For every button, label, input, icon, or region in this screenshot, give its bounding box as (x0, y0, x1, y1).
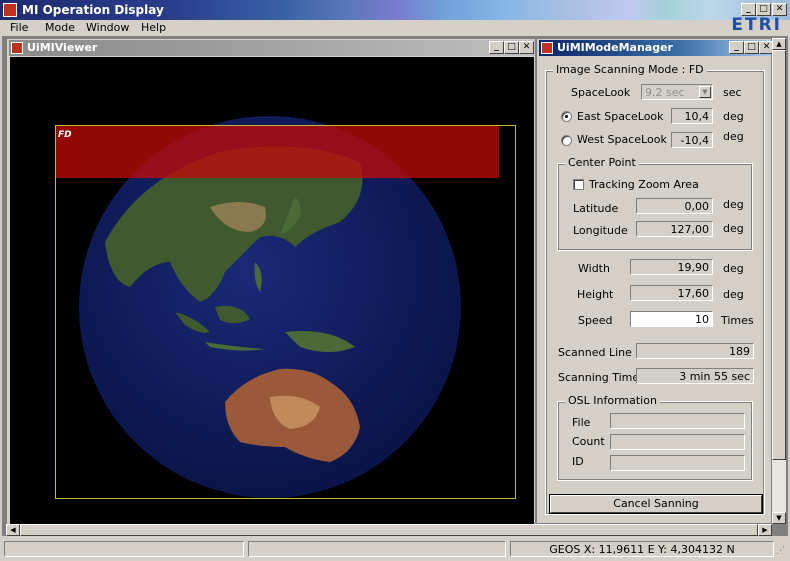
cancel-scanning-button[interactable]: Cancel Sanning (549, 494, 763, 514)
horizontal-scroll-thumb[interactable] (20, 524, 758, 536)
mode-manager-window: UiMIModeManager _ □ ✕ Image Scanning Mod… (536, 38, 774, 524)
vertical-scrollbar[interactable]: ▲ ▼ (772, 38, 786, 524)
east-spacelook-label: East SpaceLook (577, 110, 664, 123)
osl-count-label: Count (572, 435, 605, 448)
longitude-field[interactable]: 127,00 (636, 221, 713, 237)
west-spacelook-field[interactable]: -10,4 (671, 132, 713, 148)
width-unit: deg (723, 262, 744, 275)
scan-frame (55, 125, 516, 499)
manager-maximize-button[interactable]: □ (744, 41, 759, 54)
osl-file-label: File (572, 416, 591, 429)
height-unit: deg (723, 288, 744, 301)
mode-manager-title-bar[interactable]: UiMIModeManager _ □ ✕ (539, 40, 774, 56)
chevron-down-icon[interactable]: ▼ (699, 86, 711, 98)
center-point-group-title: Center Point (565, 156, 639, 169)
status-panel-1 (4, 541, 244, 557)
osl-info-group-title: OSL Information (565, 394, 660, 407)
mode-manager-icon[interactable] (541, 42, 553, 54)
osl-count-field (610, 434, 745, 450)
app-title: MI Operation Display (22, 3, 164, 17)
status-bar: GEOS X: 11,9611 E Y: 4,304132 N ⋰ (0, 538, 790, 561)
osl-file-field (610, 413, 745, 429)
latitude-field[interactable]: 0,00 (636, 198, 713, 214)
spacelook-value: 9.2 sec (645, 86, 685, 99)
scroll-up-icon[interactable]: ▲ (772, 38, 786, 50)
speed-unit: Times (721, 314, 754, 327)
menu-bar: File Mode Window Help (0, 20, 790, 36)
spacelook-select[interactable]: 9.2 sec ▼ (641, 84, 713, 100)
longitude-label: Longitude (573, 224, 628, 237)
viewer-title-bar[interactable]: UiMIViewer _ □ ✕ (9, 40, 535, 56)
app-icon[interactable] (3, 3, 17, 17)
menu-window[interactable]: Window (86, 21, 129, 34)
osl-id-label: ID (572, 455, 584, 468)
menu-mode[interactable]: Mode (45, 21, 75, 34)
scanning-time-field: 3 min 55 sec (636, 368, 754, 384)
scan-mode-group-title: Image Scanning Mode : FD (553, 63, 707, 76)
east-spacelook-field[interactable]: 10,4 (671, 108, 713, 124)
east-spacelook-unit: deg (723, 110, 744, 123)
menu-help[interactable]: Help (141, 21, 166, 34)
west-spacelook-radio[interactable] (561, 135, 572, 146)
scanned-line-label: Scanned Line (558, 346, 632, 359)
vertical-scroll-thumb[interactable] (772, 50, 786, 460)
longitude-unit: deg (723, 222, 744, 235)
etri-logo: ETRI (731, 15, 782, 35)
horizontal-scrollbar[interactable]: ◀ ▶ (6, 524, 772, 536)
scroll-left-icon[interactable]: ◀ (6, 524, 20, 536)
viewer-title: UiMIViewer (27, 41, 98, 54)
resize-grip-icon[interactable]: ⋰ (776, 546, 786, 556)
scanning-time-label: Scanning Time (558, 371, 640, 384)
latitude-label: Latitude (573, 202, 619, 215)
scroll-down-icon[interactable]: ▼ (772, 512, 786, 524)
spacelook-unit: sec (723, 86, 742, 99)
app-title-bar[interactable]: MI Operation Display _ □ ✕ (0, 0, 790, 20)
tracking-zoom-label: Tracking Zoom Area (589, 178, 699, 191)
height-label: Height (577, 288, 614, 301)
viewer-minimize-button[interactable]: _ (489, 41, 504, 54)
osl-id-field (610, 455, 745, 471)
viewer-window: UiMIViewer _ □ ✕ FD (6, 38, 536, 526)
speed-field[interactable]: 10 (630, 311, 713, 327)
tracking-zoom-checkbox[interactable] (573, 179, 584, 190)
west-spacelook-unit: deg (723, 130, 744, 143)
east-spacelook-radio[interactable] (561, 111, 572, 122)
scroll-right-icon[interactable]: ▶ (758, 524, 772, 536)
mode-manager-title: UiMIModeManager (557, 41, 673, 54)
scanned-line-field: 189 (636, 343, 754, 359)
width-label: Width (578, 262, 610, 275)
spacelook-label: SpaceLook (571, 86, 631, 99)
latitude-unit: deg (723, 198, 744, 211)
scan-mode-label: FD (58, 130, 72, 140)
width-field[interactable]: 19,90 (630, 259, 713, 275)
viewer-close-button[interactable]: ✕ (519, 41, 534, 54)
status-panel-2 (248, 541, 506, 557)
viewer-icon[interactable] (11, 42, 23, 54)
height-field[interactable]: 17,60 (630, 285, 713, 301)
speed-label: Speed (578, 314, 613, 327)
manager-minimize-button[interactable]: _ (729, 41, 744, 54)
menu-file[interactable]: File (10, 21, 28, 34)
geos-coordinates: GEOS X: 11,9611 E Y: 4,304132 N (510, 541, 774, 557)
viewer-maximize-button[interactable]: □ (504, 41, 519, 54)
earth-image-canvas[interactable]: FD (10, 57, 534, 524)
west-spacelook-label: West SpaceLook (577, 133, 667, 146)
